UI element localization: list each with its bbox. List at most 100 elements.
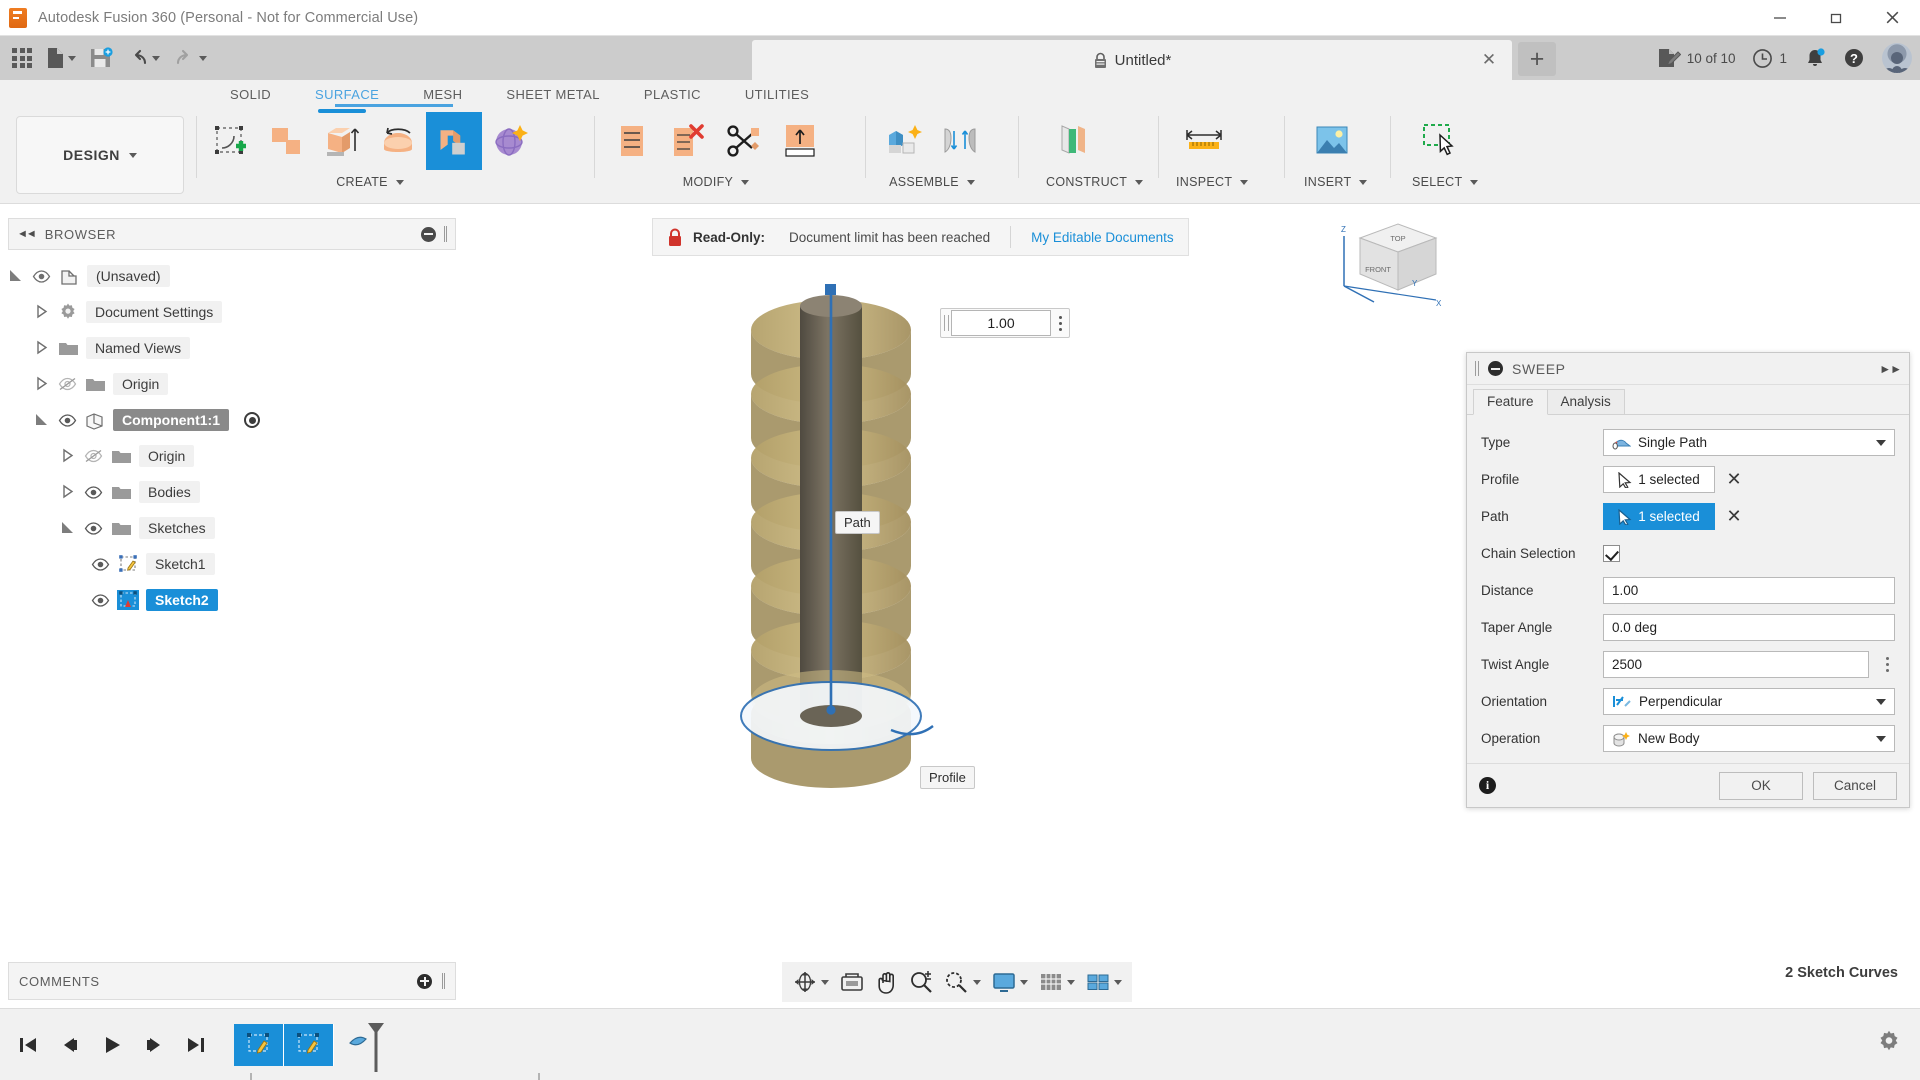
twist-angle-options-icon[interactable] <box>1879 657 1895 672</box>
offset-plane-button[interactable] <box>1046 112 1102 170</box>
chevron-down-icon[interactable] <box>1114 980 1122 985</box>
new-tab-button[interactable]: + <box>1518 42 1556 76</box>
visibility-eye-icon[interactable] <box>31 270 51 283</box>
ribbon-group-label-create[interactable]: CREATE <box>202 175 538 189</box>
select-button[interactable] <box>1412 112 1468 170</box>
expand-triangle-icon[interactable] <box>60 484 76 500</box>
extrude-button[interactable] <box>314 112 370 170</box>
expand-triangle-icon[interactable] <box>34 376 50 392</box>
3d-viewport[interactable]: 1.00 <box>460 206 1460 962</box>
help-button[interactable]: ? <box>1843 47 1865 69</box>
maximize-button[interactable] <box>1808 0 1864 36</box>
visibility-eye-icon[interactable] <box>83 522 103 535</box>
cancel-button[interactable]: Cancel <box>1813 772 1897 800</box>
workspace-selector[interactable]: DESIGN <box>16 116 184 194</box>
tree-row-sketch2[interactable]: Sketch2 <box>8 582 456 618</box>
visibility-eye-icon[interactable] <box>57 414 77 427</box>
loft-button[interactable] <box>482 112 538 170</box>
extend-button[interactable] <box>660 112 716 170</box>
ribbon-group-label-assemble[interactable]: ASSEMBLE <box>876 175 988 189</box>
profile-clear-button[interactable]: ✕ <box>1725 471 1743 489</box>
browser-resize-grip[interactable] <box>444 226 447 242</box>
sweep-button[interactable] <box>426 112 482 170</box>
timeline-go-to-beginning-button[interactable] <box>14 1031 42 1059</box>
ribbon-group-label-insert[interactable]: INSERT <box>1304 175 1367 189</box>
ok-button[interactable]: OK <box>1719 772 1803 800</box>
tree-row-sketches[interactable]: Sketches <box>8 510 456 546</box>
create-sketch-button[interactable] <box>202 112 258 170</box>
offset-button[interactable] <box>772 112 828 170</box>
ribbon-group-label-select[interactable]: SELECT <box>1412 175 1478 189</box>
ribbon-group-label-modify[interactable]: MODIFY <box>604 175 828 189</box>
expand-triangle-icon[interactable] <box>60 448 76 464</box>
sweep-dialog-header[interactable]: SWEEP ►► <box>1467 353 1909 385</box>
chevron-down-icon[interactable] <box>1876 699 1886 705</box>
orientation-select[interactable]: Perpendicular <box>1603 688 1895 715</box>
document-close-button[interactable]: ✕ <box>1480 51 1498 69</box>
profile-select-button[interactable]: 1 selected <box>1603 466 1715 493</box>
browser-minimize-icon[interactable] <box>421 227 436 242</box>
ribbon-group-label-construct[interactable]: CONSTRUCT <box>1046 175 1143 189</box>
expand-triangle-icon[interactable] <box>60 520 76 536</box>
ribbon-group-label-inspect[interactable]: INSPECT <box>1176 175 1248 189</box>
timeline-step-back-button[interactable] <box>56 1031 84 1059</box>
split-face-button[interactable] <box>716 112 772 170</box>
joint-button[interactable] <box>932 112 988 170</box>
expand-triangle-icon[interactable] <box>34 304 50 320</box>
look-at-button[interactable] <box>835 965 869 999</box>
orbit-button[interactable] <box>788 965 833 999</box>
redo-button[interactable] <box>168 41 213 75</box>
visibility-eye-off-icon[interactable] <box>57 377 77 391</box>
revolve-button[interactable] <box>370 112 426 170</box>
timeline-step-forward-button[interactable] <box>140 1031 168 1059</box>
expand-triangle-icon[interactable] <box>34 340 50 356</box>
new-document-button[interactable] <box>40 41 82 75</box>
tree-row-named-views[interactable]: Named Views <box>8 330 456 366</box>
chevron-down-icon[interactable] <box>1876 440 1886 446</box>
document-tab[interactable]: Untitled* ✕ <box>752 40 1512 80</box>
path-select-button[interactable]: 1 selected <box>1603 503 1715 530</box>
taper-angle-input[interactable]: 0.0 deg <box>1603 614 1895 641</box>
tree-row-document-settings[interactable]: Document Settings <box>8 294 456 330</box>
trim-button[interactable] <box>604 112 660 170</box>
timeline-marker[interactable] <box>346 1019 382 1071</box>
chain-selection-checkbox[interactable] <box>1603 545 1620 562</box>
insert-image-button[interactable] <box>1304 112 1360 170</box>
timeline-settings-button[interactable] <box>1876 1029 1902 1060</box>
dialog-drag-handle[interactable] <box>1475 361 1479 376</box>
measure-button[interactable] <box>1176 112 1232 170</box>
chevron-down-icon[interactable] <box>1876 736 1886 742</box>
pan-button[interactable] <box>871 965 903 999</box>
tree-row-unsaved[interactable]: (Unsaved) <box>8 258 456 294</box>
tab-analysis[interactable]: Analysis <box>1547 389 1625 414</box>
twist-angle-input[interactable]: 2500 <box>1603 651 1869 678</box>
expand-triangle-icon[interactable] <box>34 412 50 428</box>
visibility-eye-icon[interactable] <box>90 594 110 607</box>
zoom-button[interactable] <box>905 965 938 999</box>
expand-triangle-icon[interactable] <box>8 268 24 284</box>
ribbon-tab-plastic[interactable]: PLASTIC <box>622 80 723 108</box>
tree-row-origin-component[interactable]: Origin <box>8 438 456 474</box>
notifications-button[interactable] <box>1804 47 1826 69</box>
dialog-collapse-button[interactable] <box>1488 361 1503 376</box>
comments-resize-grip[interactable] <box>442 973 445 989</box>
app-grid-button[interactable] <box>6 41 38 75</box>
tree-row-bodies[interactable]: Bodies <box>8 474 456 510</box>
timeline-feature-sketch1[interactable] <box>234 1024 284 1066</box>
activate-component-radio[interactable] <box>244 412 260 428</box>
tree-row-component1[interactable]: Component1:1 <box>8 402 456 438</box>
minimize-button[interactable] <box>1752 0 1808 36</box>
operation-select[interactable]: New Body <box>1603 725 1895 752</box>
ribbon-tab-sheet-metal[interactable]: SHEET METAL <box>484 80 622 108</box>
visibility-eye-off-icon[interactable] <box>83 449 103 463</box>
timeline-play-button[interactable] <box>98 1031 126 1059</box>
tab-feature[interactable]: Feature <box>1473 389 1548 415</box>
new-component-button[interactable] <box>876 112 932 170</box>
grid-snaps-button[interactable] <box>1034 965 1079 999</box>
visibility-eye-icon[interactable] <box>90 558 110 571</box>
tree-row-origin-root[interactable]: Origin <box>8 366 456 402</box>
path-clear-button[interactable]: ✕ <box>1725 508 1743 526</box>
close-button[interactable] <box>1864 0 1920 36</box>
timeline-go-to-end-button[interactable] <box>182 1031 210 1059</box>
undo-button[interactable] <box>121 41 166 75</box>
